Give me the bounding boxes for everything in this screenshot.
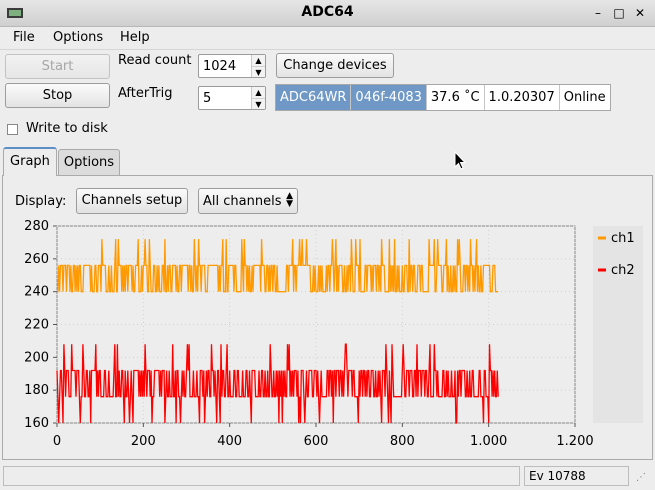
channel-select-value[interactable]: All channels — [203, 194, 281, 209]
waveform-chart[interactable]: 160 180 200 220 240 260 280 0 200 400 600 800 1.000 1… — [8, 218, 648, 460]
y-tick-label: 280 — [24, 219, 49, 234]
spin-up-icon[interactable]: ▲ — [252, 55, 265, 66]
x-tick-label: 200 — [131, 434, 156, 449]
window-title: ADC64 — [301, 4, 354, 20]
device-status-row[interactable]: ADC64WR 046f-4083 37.6 ˚C 1.0.20307 Onli… — [275, 84, 611, 111]
close-icon[interactable]: ✕ — [631, 4, 649, 22]
legend-box — [593, 226, 643, 423]
maximize-icon[interactable]: □ — [610, 4, 628, 22]
legend-label-ch2: ch2 — [611, 263, 635, 278]
x-tick-label: 400 — [217, 434, 242, 449]
status-message — [3, 466, 520, 486]
start-button[interactable]: Start — [5, 54, 110, 79]
spin-down-icon[interactable]: ▼ — [252, 98, 265, 109]
tab-options[interactable]: Options — [58, 149, 120, 176]
y-tick-label: 200 — [24, 350, 49, 365]
device-version: 1.0.20307 — [485, 85, 560, 110]
x-tick-label: 1.200 — [556, 434, 593, 449]
stop-button[interactable]: Stop — [5, 83, 110, 108]
y-tick-label: 240 — [24, 285, 49, 300]
y-tick-label: 160 — [24, 416, 49, 431]
spin-up-icon[interactable]: ▲ — [252, 87, 265, 98]
x-tick-label: 0 — [53, 434, 61, 449]
legend-label-ch1: ch1 — [611, 231, 635, 246]
menu-help[interactable]: Help — [120, 30, 150, 45]
device-name[interactable]: ADC64WR — [276, 85, 352, 110]
menu-bar: File Options Help — [0, 27, 655, 50]
menu-options[interactable]: Options — [53, 30, 103, 45]
tab-graph[interactable]: Graph — [3, 147, 57, 176]
y-tick-label: 220 — [24, 318, 49, 333]
aftertrig-spinbox[interactable]: 5 ▲ ▼ — [198, 86, 266, 110]
updown-chevron-icon: ▲ ▼ — [286, 191, 293, 209]
write-to-disk-label[interactable]: Write to disk — [26, 121, 108, 136]
resize-grip-icon[interactable]: ⋰ — [636, 472, 646, 483]
write-to-disk-checkbox[interactable] — [7, 124, 18, 135]
read-count-label: Read count — [118, 53, 192, 68]
device-temperature: 37.6 ˚C — [427, 85, 485, 110]
mouse-cursor-icon — [454, 151, 466, 170]
y-tick-label: 260 — [24, 252, 49, 267]
y-tick-label: 180 — [24, 383, 49, 398]
device-status: Online — [563, 90, 606, 105]
read-count-value[interactable]: 1024 — [203, 59, 236, 74]
aftertrig-label: AfterTrig — [118, 86, 173, 101]
read-count-spinbox[interactable]: 1024 ▲ ▼ — [198, 54, 266, 78]
menu-file[interactable]: File — [13, 30, 35, 45]
display-label: Display: — [15, 194, 67, 209]
channel-select[interactable]: All channels ▲ ▼ — [198, 188, 298, 214]
x-tick-label: 800 — [390, 434, 415, 449]
x-tick-label: 1.000 — [470, 434, 507, 449]
spin-down-icon[interactable]: ▼ — [252, 66, 265, 77]
channels-setup-button[interactable]: Channels setup — [76, 188, 188, 214]
x-tick-label: 600 — [304, 434, 329, 449]
change-devices-button[interactable]: Change devices — [276, 53, 394, 78]
event-counter: Ev 10788 — [524, 466, 629, 486]
aftertrig-value[interactable]: 5 — [203, 91, 211, 106]
minimize-icon[interactable]: – — [589, 4, 607, 22]
title-bar: ADC64 – □ ✕ — [0, 0, 655, 27]
device-serial[interactable]: 046f-4083 — [351, 85, 427, 110]
